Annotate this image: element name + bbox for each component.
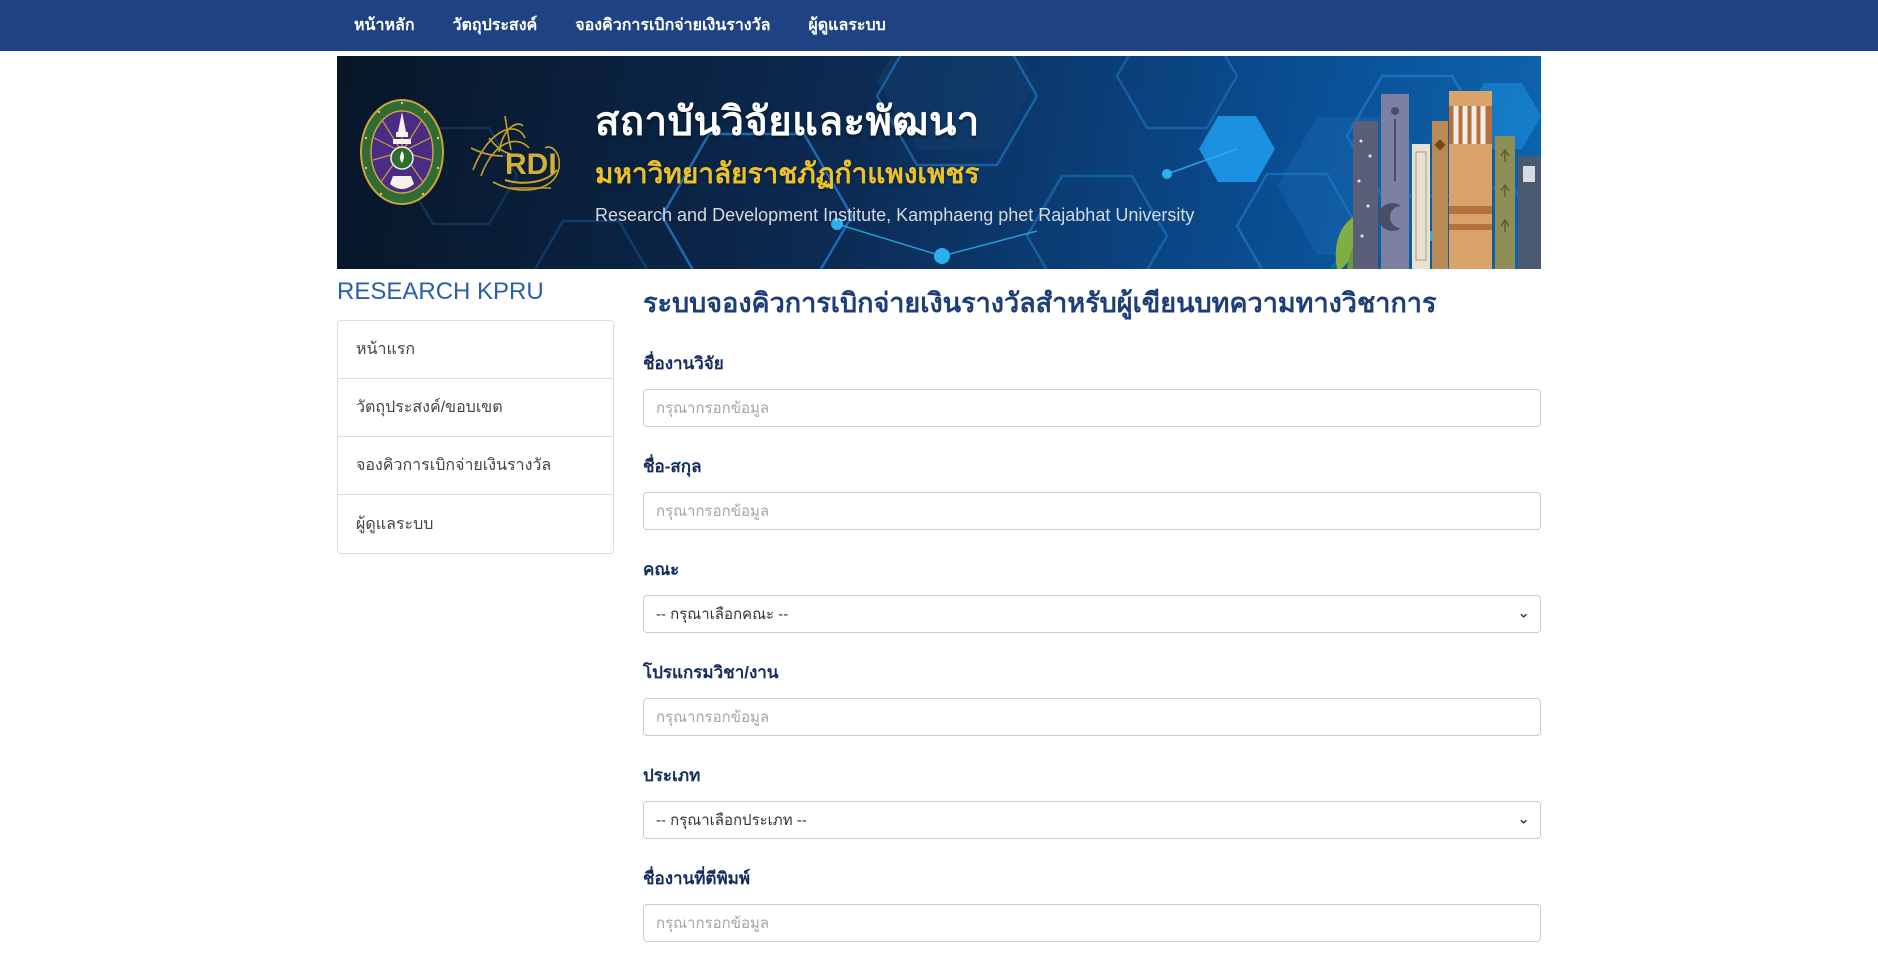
banner-subtitle-english: Research and Development Institute, Kamp… [595,205,1195,225]
nav-item-home[interactable]: หน้าหลัก [354,13,415,38]
form-group-program: โปรแกรมวิชา/งาน [643,659,1541,736]
sidebar-item-queue-booking[interactable]: จองคิวการเบิกจ่ายเงินรางวัล [338,437,613,495]
banner-text-block: สถาบันวิจัยและพัฒนา มหาวิทยาลัยราชภัฏกำแ… [595,100,1194,226]
page-title: ระบบจองคิวการเบิกจ่ายเงินรางวัลสำหรับผู้… [643,288,1437,318]
nav-item-admin[interactable]: ผู้ดูแลระบบ [808,13,885,38]
form-group-research-title: ชื่องานวิจัย [643,350,1541,427]
form-group-published-title: ชื่องานที่ตีพิมพ์ [643,865,1541,942]
university-seal-logo [360,99,444,205]
research-title-label: ชื่องานวิจัย [643,354,724,373]
type-select[interactable]: -- กรุณาเลือกประเภท -- [643,801,1541,839]
form-group-faculty: คณะ -- กรุณาเลือกคณะ -- ⌄ [643,556,1541,633]
type-label: ประเภท [643,766,701,785]
program-input[interactable] [643,698,1541,736]
sidebar-item-admin[interactable]: ผู้ดูแลระบบ [338,495,613,553]
banner-subtitle-thai: มหาวิทยาลัยราชภัฏกำแพงเพชร [595,158,980,189]
sidebar-item-objectives[interactable]: วัตถุประสงค์/ขอบเขต [338,379,613,437]
banner-title: สถาบันวิจัยและพัฒนา [595,100,980,144]
research-title-input[interactable] [643,389,1541,427]
faculty-label: คณะ [643,560,680,579]
published-title-label: ชื่องานที่ตีพิมพ์ [643,869,751,888]
rdi-logo: RDI [470,115,561,191]
sidebar-item-home[interactable]: หน้าแรก [338,321,613,379]
sidebar-menu: หน้าแรก วัตถุประสงค์/ขอบเขต จองคิวการเบิ… [337,320,614,554]
fullname-input[interactable] [643,492,1541,530]
faculty-select[interactable]: -- กรุณาเลือกคณะ -- [643,595,1541,633]
program-label: โปรแกรมวิชา/งาน [643,663,779,682]
form-group-type: ประเภท -- กรุณาเลือกประเภท -- ⌄ [643,762,1541,839]
sidebar-brand-title: RESEARCH KPRU [337,278,544,305]
site-banner: RDI สถาบันวิจัยและพัฒนา มหาวิทยาลัยราชภั… [337,56,1541,269]
form-group-fullname: ชื่อ-สกุล [643,453,1541,530]
published-title-input[interactable] [643,904,1541,942]
main-content: ระบบจองคิวการเบิกจ่ายเงินรางวัลสำหรับผู้… [643,272,1541,954]
nav-item-queue-booking[interactable]: จองคิวการเบิกจ่ายเงินรางวัล [575,13,770,38]
nav-item-objectives[interactable]: วัตถุประสงค์ [453,13,538,38]
fullname-label: ชื่อ-สกุล [643,457,702,476]
top-navbar: หน้าหลัก วัตถุประสงค์ จองคิวการเบิกจ่ายเ… [0,0,1878,51]
navbar-inner: หน้าหลัก วัตถุประสงค์ จองคิวการเบิกจ่ายเ… [337,13,1541,38]
sidebar: RESEARCH KPRU หน้าแรก วัตถุประสงค์/ขอบเข… [337,272,614,554]
